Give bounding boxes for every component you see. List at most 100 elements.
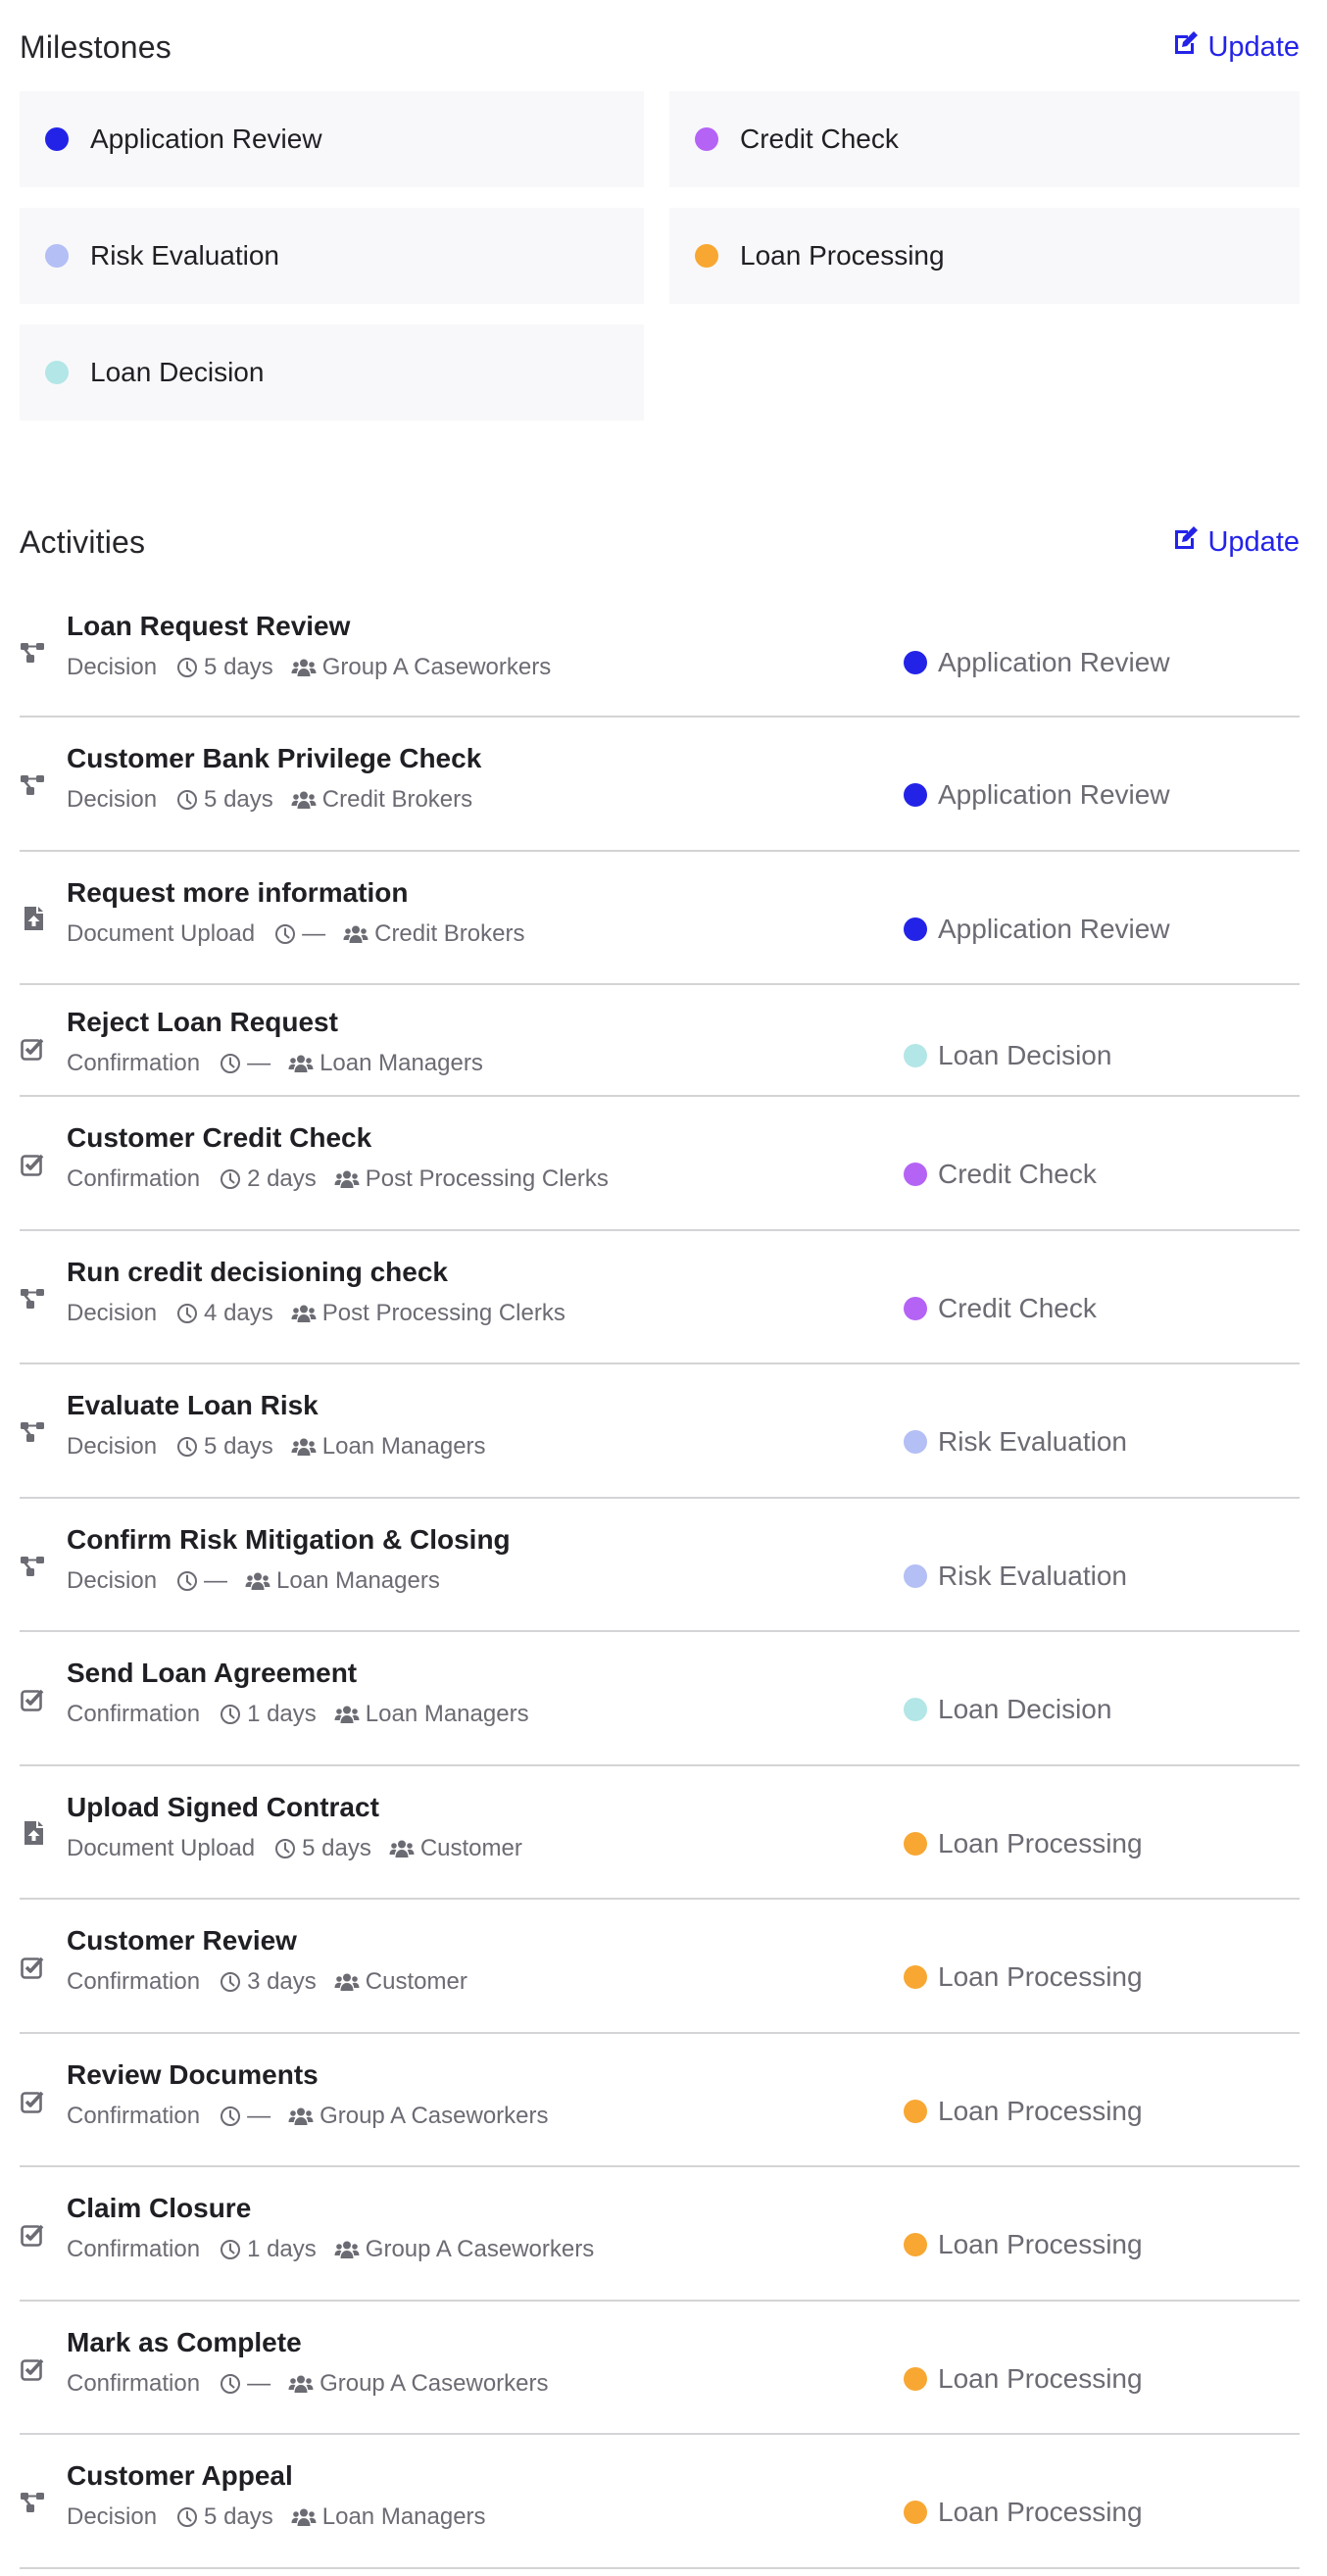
milestone-color-dot [904,1698,927,1721]
milestone-color-dot [904,2099,927,2123]
activity-milestone-badge: Loan Processing [904,2229,1143,2260]
activity-duration: 3 days [220,1968,317,1996]
milestones-update-button[interactable]: Update [1172,29,1300,65]
activity-row[interactable]: Loan Request Review Decision 5 days Group… [20,585,1300,718]
activity-duration: 1 days [220,1701,317,1728]
milestone-color-dot [904,2233,927,2256]
role-value: Group A Caseworkers [319,2369,549,2397]
clock-icon [220,1704,247,1725]
activity-meta: Decision 5 days Loan Managers [67,1433,486,1461]
activity-meta: Document Upload 5 days Customer [67,1835,522,1862]
users-icon [288,2106,319,2126]
clock-icon [176,1436,204,1458]
activity-title: Customer Credit Check [67,1122,372,1153]
milestone-card[interactable]: Application Review [20,91,644,187]
milestones-title: Milestones [20,28,172,65]
activity-meta: Decision — Loan Managers [67,1567,440,1595]
milestone-card[interactable]: Credit Check [669,91,1300,187]
activity-role: Group A Caseworkers [334,2236,594,2263]
milestones-grid: Application Review Credit Check Risk Eva… [20,91,1300,421]
activity-row[interactable]: Claim Closure Confirmation 1 days Group A… [20,2167,1300,2302]
duration-value: — [302,919,326,947]
activities-update-button[interactable]: Update [1172,524,1300,560]
milestone-card[interactable]: Risk Evaluation [20,208,644,304]
activity-row[interactable]: Confirm Risk Mitigation & Closing Decisio… [20,1499,1300,1632]
activity-milestone-label: Risk Evaluation [938,1560,1127,1591]
activity-milestone-badge: Credit Check [904,1159,1097,1190]
role-value: Post Processing Clerks [365,1165,609,1192]
activity-milestone-badge: Application Review [904,914,1170,945]
activity-row[interactable]: Send Loan Agreement Confirmation 1 days L… [20,1632,1300,1766]
role-value: Group A Caseworkers [321,654,552,680]
activities-update-label: Update [1207,525,1300,558]
milestones-header: Milestones Update [20,27,1300,67]
role-value: Credit Brokers [321,786,473,813]
role-value: Customer [365,1968,467,1995]
activity-type: Confirmation [67,1968,201,1995]
clock-icon [274,1838,302,1859]
activity-type: Decision [67,1299,158,1326]
activity-milestone-label: Risk Evaluation [938,1426,1127,1457]
milestone-card[interactable]: Loan Decision [20,324,644,421]
activity-milestone-label: Credit Check [938,1159,1097,1189]
users-icon [291,2507,322,2527]
confirmation-icon [20,1034,47,1062]
clock-icon [176,789,204,811]
activity-milestone-badge: Loan Processing [904,1828,1143,1859]
activity-title: Claim Closure [67,2193,252,2223]
activity-row[interactable]: Customer Review Confirmation 3 days Custo… [20,1900,1300,2034]
activity-milestone-badge: Loan Processing [904,2096,1143,2127]
milestone-color-dot [904,1296,927,1320]
duration-value: 1 days [247,2236,317,2262]
activity-title: Request more information [67,876,409,908]
duration-value: — [204,1566,228,1594]
activity-title: Upload Signed Contract [67,1791,379,1822]
document-upload-icon [20,1819,47,1847]
activity-duration: 5 days [176,2503,273,2531]
activity-row[interactable]: Review Documents Confirmation — Group A C… [20,2034,1300,2167]
activity-row[interactable]: Upload Signed Contract Document Upload 5 … [20,1766,1300,1900]
activity-meta: Confirmation — Loan Managers [67,1050,483,1077]
duration-value: 5 days [204,2503,273,2530]
activity-type: Decision [67,1566,158,1594]
decision-icon [20,1552,47,1579]
activities-header: Activities Update [20,522,1300,562]
confirmation-icon [20,2354,47,2382]
clock-icon [176,2506,204,2528]
role-value: Credit Brokers [374,919,525,947]
milestone-color-dot [904,1163,927,1186]
activity-row[interactable]: Evaluate Loan Risk Decision 5 days Loan M… [20,1364,1300,1499]
activity-type: Confirmation [67,2236,201,2262]
users-icon [334,1169,366,1189]
users-icon [288,2374,319,2394]
confirmation-icon [20,1953,47,1980]
activity-type: Confirmation [67,2102,201,2129]
activity-row[interactable]: Customer Appeal Decision 5 days Loan Mana… [20,2435,1300,2569]
confirmation-icon [20,2220,47,2248]
milestone-card[interactable]: Loan Processing [669,208,1300,304]
activity-role: Credit Brokers [291,786,472,814]
milestone-color-dot [45,361,69,384]
role-value: Customer [419,1834,522,1861]
duration-value: 3 days [247,1968,317,1995]
milestone-label: Credit Check [740,124,899,154]
activity-type: Confirmation [67,1165,201,1192]
activity-row[interactable]: Run credit decisioning check Decision 4 d… [20,1231,1300,1364]
clock-icon [176,1303,204,1324]
activity-role: Post Processing Clerks [291,1300,565,1327]
activity-meta: Confirmation — Group A Caseworkers [67,2370,549,2398]
clock-icon [220,2105,247,2127]
activity-row[interactable]: Customer Credit Check Confirmation 2 days… [20,1097,1300,1231]
activity-milestone-label: Application Review [938,779,1170,810]
milestone-color-dot [904,916,927,941]
activity-row[interactable]: Request more information Document Upload … [20,852,1300,985]
activity-row[interactable]: Mark as Complete Confirmation — Group A C… [20,2302,1300,2435]
users-icon [291,658,322,677]
users-icon [245,1571,276,1591]
activity-role: Loan Managers [334,1701,529,1728]
activity-duration: 1 days [220,2236,317,2263]
activity-title: Customer Review [67,1925,297,1956]
activity-duration: — [220,2370,270,2398]
activity-row[interactable]: Reject Loan Request Confirmation — Loan M… [20,985,1300,1097]
activity-row[interactable]: Customer Bank Privilege Check Decision 5 … [20,718,1300,852]
